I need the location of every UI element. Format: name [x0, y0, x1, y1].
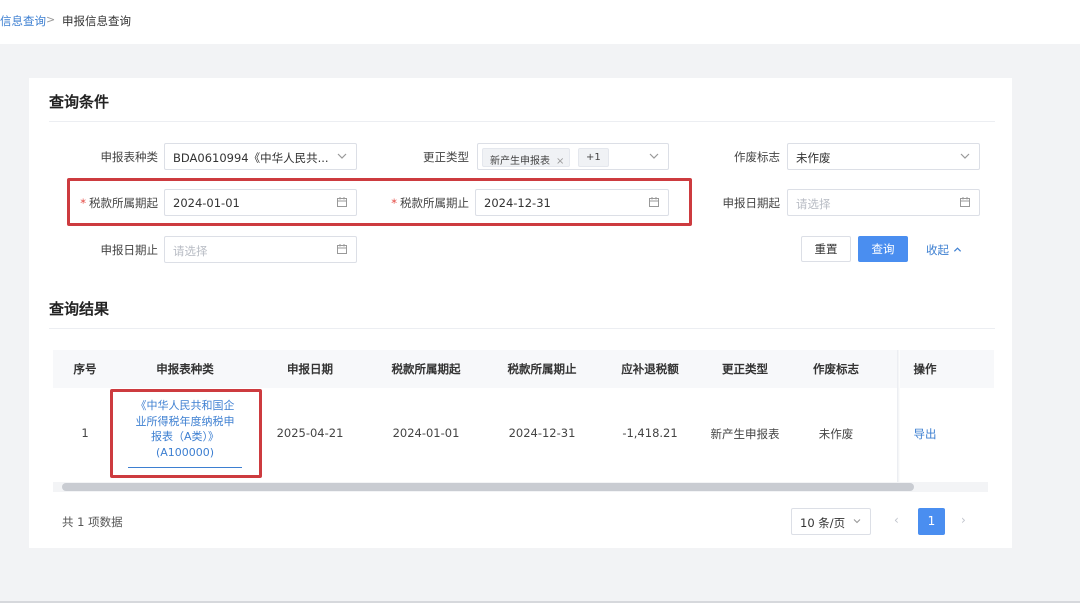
- declare-date-start-picker[interactable]: 请选择: [787, 189, 980, 216]
- chevron-up-icon: [953, 247, 961, 252]
- highlight-box-tax-period: [67, 178, 692, 226]
- col-header-correction-type: 更正类型: [722, 362, 768, 376]
- chevron-down-icon: [960, 153, 970, 159]
- results-divider: [49, 328, 995, 329]
- correction-type-more-tag: +1: [578, 148, 609, 167]
- col-header-void-flag: 作废标志: [813, 362, 859, 376]
- cell-period-end: 2024-12-31: [508, 426, 576, 440]
- col-header-actions: 操作: [913, 362, 937, 376]
- void-flag-label: 作废标志: [734, 150, 780, 164]
- chevron-down-icon: [337, 153, 347, 159]
- void-flag-select[interactable]: 未作废: [787, 143, 980, 170]
- highlight-box-report-name: [110, 389, 262, 478]
- report-type-label: 申报表种类: [100, 150, 159, 164]
- cell-declare-date: 2025-04-21: [276, 426, 344, 440]
- col-header-tax-amount: 应补退税额: [621, 362, 679, 376]
- col-header-report-type: 申报表种类: [156, 362, 214, 376]
- collapse-label: 收起: [926, 243, 949, 257]
- fixed-column-shadow: [897, 350, 900, 482]
- query-section-title: 查询条件: [49, 93, 110, 111]
- chevron-down-icon: [853, 519, 861, 524]
- cell-tax-amount: -1,418.21: [622, 426, 678, 440]
- declare-date-end-picker[interactable]: 请选择: [164, 236, 357, 263]
- tag-close-icon[interactable]: ×: [556, 156, 564, 167]
- page-size-value: 10 条/页: [800, 516, 846, 530]
- void-flag-value: 未作废: [796, 151, 831, 165]
- search-button[interactable]: 查询: [858, 236, 908, 262]
- declare-date-end-placeholder: 请选择: [173, 244, 208, 258]
- cell-void-flag: 未作废: [818, 427, 854, 441]
- breadcrumb-parent-link[interactable]: 信息查询: [0, 13, 46, 29]
- col-header-period-start: 税款所属期起: [391, 362, 461, 376]
- col-header-index: 序号: [73, 362, 97, 376]
- page-size-select[interactable]: 10 条/页: [791, 508, 871, 535]
- breadcrumb-separator: >: [46, 13, 56, 26]
- calendar-icon: [960, 197, 970, 207]
- correction-type-tag-label: 新产生申报表: [490, 156, 550, 167]
- prev-page-button[interactable]: ‹: [894, 513, 899, 527]
- declare-date-start-label: 申报日期起: [722, 196, 781, 210]
- table-scrollbar-thumb[interactable]: [62, 483, 914, 491]
- export-link[interactable]: 导出: [905, 426, 945, 442]
- cell-correction-type: 新产生申报表: [710, 427, 780, 441]
- correction-type-label: 更正类型: [423, 150, 469, 164]
- query-divider: [49, 121, 995, 122]
- cell-index: 1: [81, 426, 89, 440]
- cell-period-start: 2024-01-01: [392, 426, 460, 440]
- collapse-toggle[interactable]: 收起: [926, 242, 962, 258]
- top-bar: 信息查询 > 申报信息查询: [0, 0, 1080, 44]
- col-header-period-end: 税款所属期止: [507, 362, 577, 376]
- declare-date-start-placeholder: 请选择: [796, 197, 831, 211]
- total-count: 共 1 项数据: [62, 515, 123, 529]
- correction-type-tag: 新产生申报表 ×: [482, 148, 571, 167]
- report-type-select[interactable]: BDA0610994《中华人民共...: [164, 143, 357, 170]
- next-page-button[interactable]: ›: [961, 513, 966, 527]
- results-section-title: 查询结果: [49, 300, 110, 318]
- report-type-value: BDA0610994《中华人民共...: [173, 151, 329, 165]
- declare-date-end-label: 申报日期止: [100, 243, 159, 257]
- breadcrumb-current: 申报信息查询: [62, 14, 131, 28]
- reset-button[interactable]: 重置: [801, 236, 851, 262]
- page-1-button[interactable]: 1: [918, 508, 945, 535]
- col-header-declare-date: 申报日期: [287, 362, 333, 376]
- correction-type-select[interactable]: 新产生申报表 × +1: [477, 143, 669, 170]
- chevron-down-icon: [649, 153, 659, 159]
- calendar-icon: [337, 244, 347, 254]
